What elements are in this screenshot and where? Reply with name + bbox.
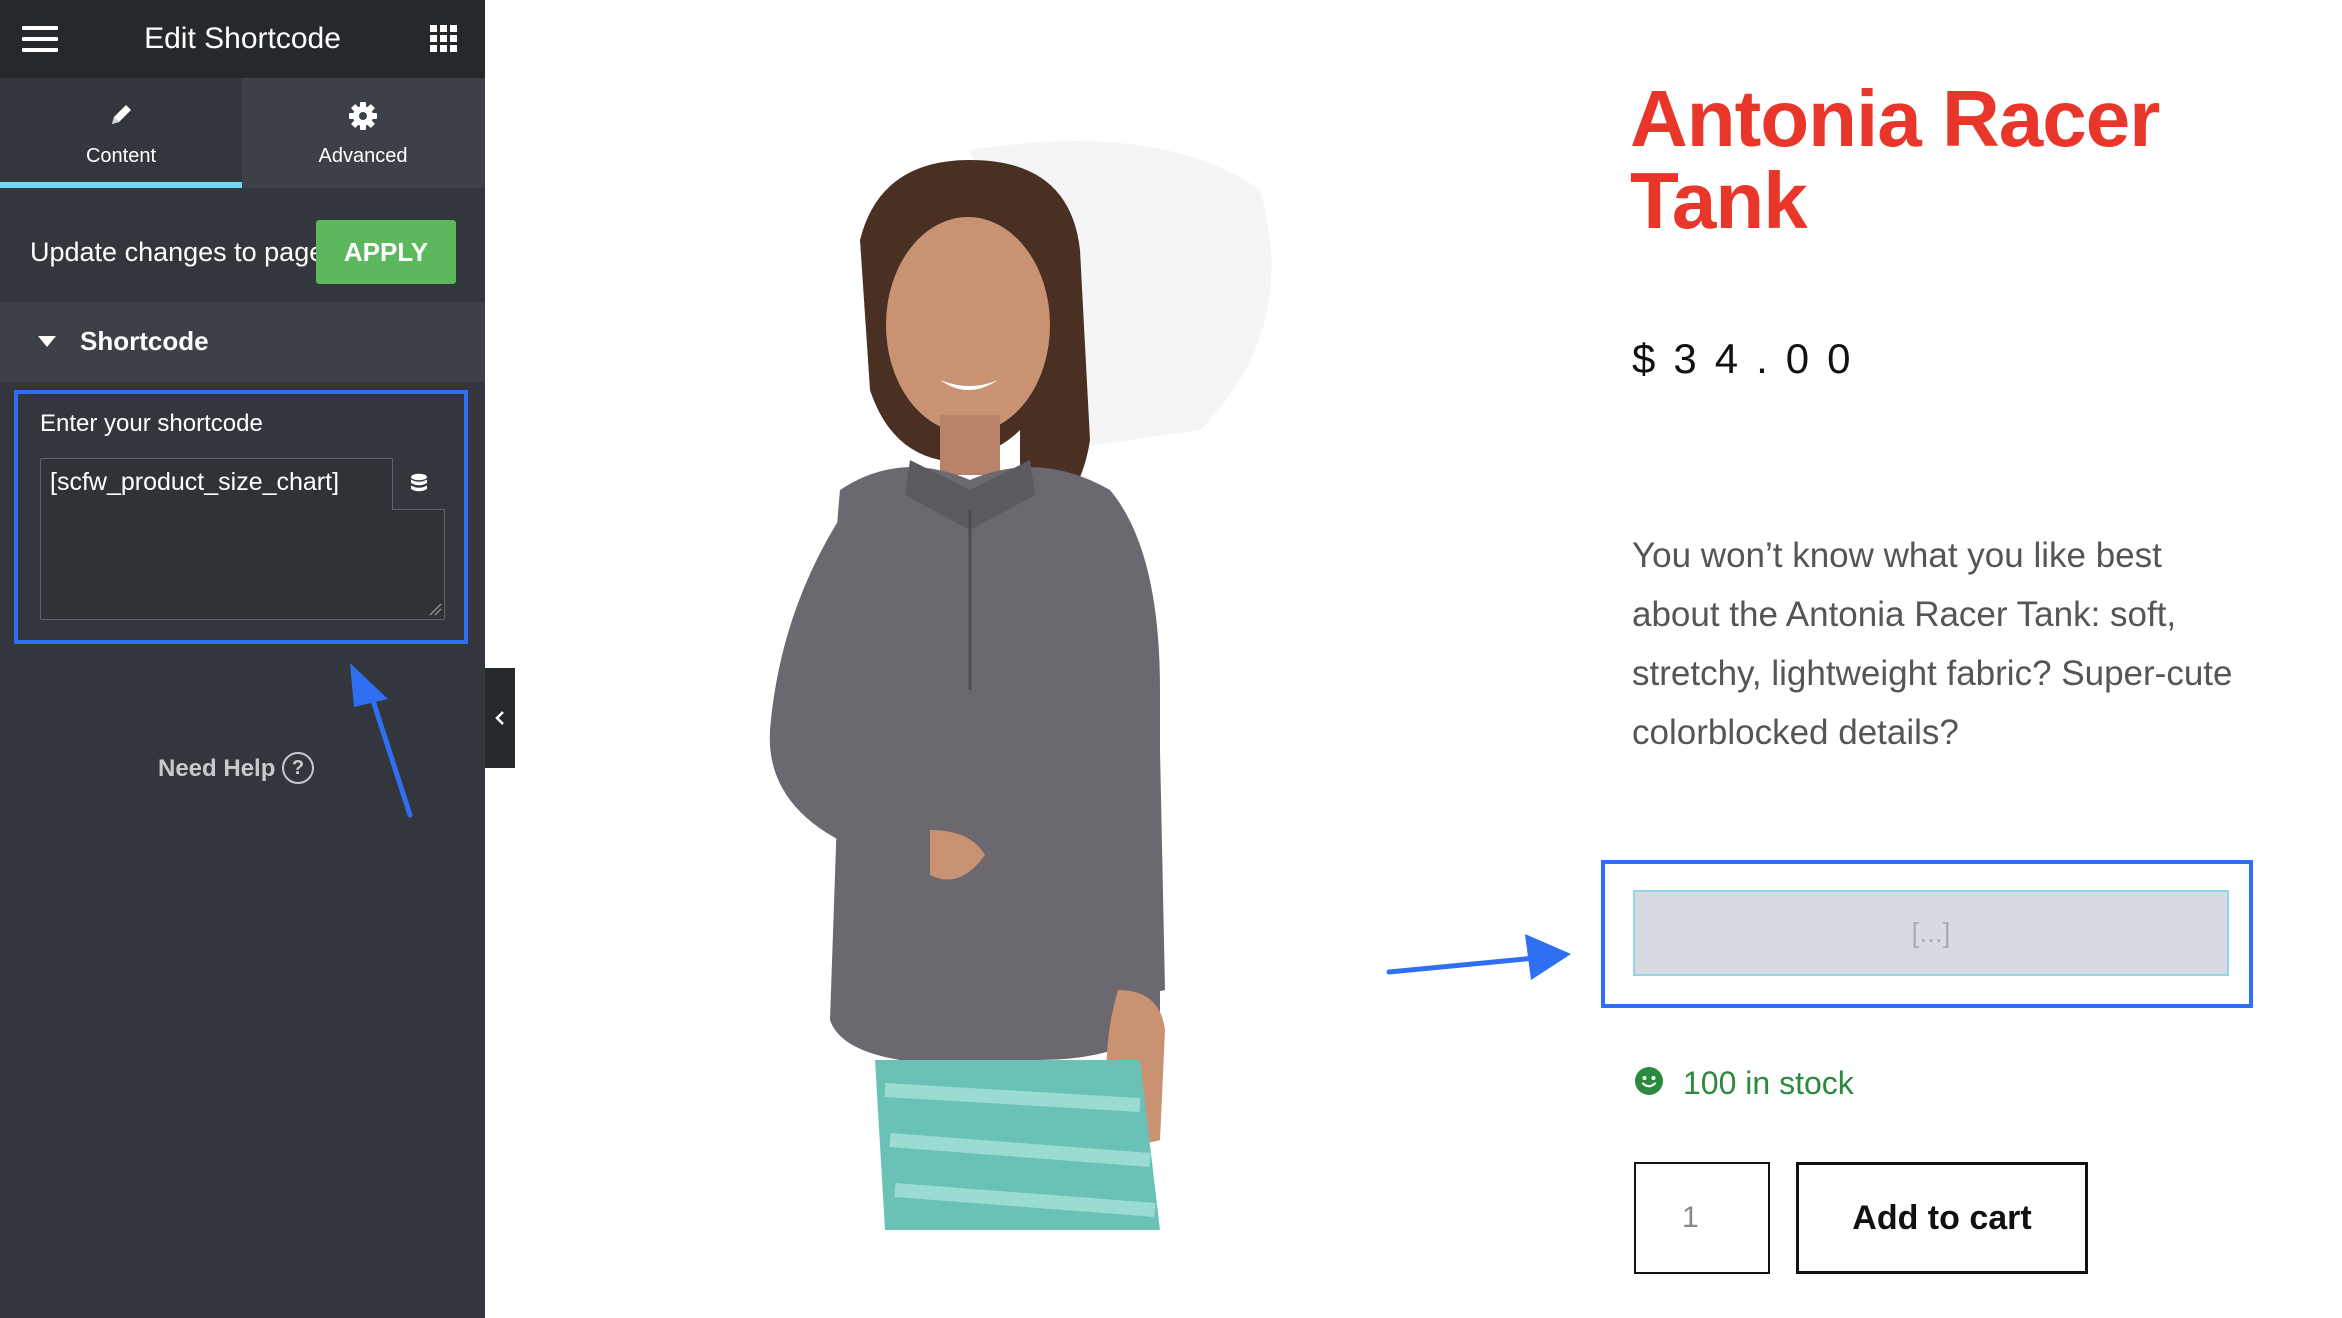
shortcode-placeholder[interactable]: [...] xyxy=(1633,890,2229,976)
resize-grip-icon[interactable] xyxy=(428,602,442,616)
help-circle-icon[interactable]: ? xyxy=(282,752,314,784)
panel-title: Edit Shortcode xyxy=(144,22,341,55)
tab-advanced[interactable]: Advanced xyxy=(242,78,484,188)
tab-content-label: Content xyxy=(85,145,157,167)
section-title: Shortcode xyxy=(80,326,209,356)
tab-content[interactable]: Content xyxy=(0,78,242,188)
apply-row: Update changes to page APPLY xyxy=(0,188,485,302)
pencil-icon xyxy=(0,100,242,132)
sidebar-topbar: Edit Shortcode xyxy=(0,0,485,78)
tab-advanced-label: Advanced xyxy=(318,145,408,167)
database-icon xyxy=(411,473,427,492)
quantity-input[interactable]: 1 xyxy=(1634,1162,1770,1274)
widgets-grid-icon[interactable] xyxy=(430,25,458,53)
product-title: Antonia Racer Tank xyxy=(1630,74,2160,245)
product-price: $34.00 xyxy=(1632,335,1869,382)
shortcode-textarea-value[interactable]: [scfw_product_size_chart] xyxy=(50,466,339,498)
chevron-left-icon xyxy=(495,711,504,725)
apply-button[interactable]: APPLY xyxy=(316,220,456,284)
smiley-icon xyxy=(1635,1067,1663,1095)
collapse-panel-toggle[interactable] xyxy=(485,668,515,768)
add-to-cart-button[interactable]: Add to cart xyxy=(1796,1162,2088,1274)
apply-message: Update changes to page xyxy=(30,237,325,267)
shortcode-section-header[interactable] xyxy=(0,302,485,382)
product-description: You won’t know what you like best about … xyxy=(1632,536,2233,752)
product-photo xyxy=(769,141,1272,1230)
annotation-arrow-right-icon xyxy=(1386,934,1571,980)
caret-down-icon[interactable] xyxy=(38,336,56,347)
gear-icon xyxy=(242,100,484,132)
panel-tabs: Content Advanced xyxy=(0,78,485,188)
need-help-link[interactable]: Need Help xyxy=(158,754,275,784)
stock-status: 100 in stock xyxy=(1683,1065,1854,1101)
dynamic-tags-button[interactable] xyxy=(392,458,445,510)
shortcode-field-label: Enter your shortcode xyxy=(40,410,263,437)
annotation-arrow-up-icon xyxy=(350,663,413,818)
